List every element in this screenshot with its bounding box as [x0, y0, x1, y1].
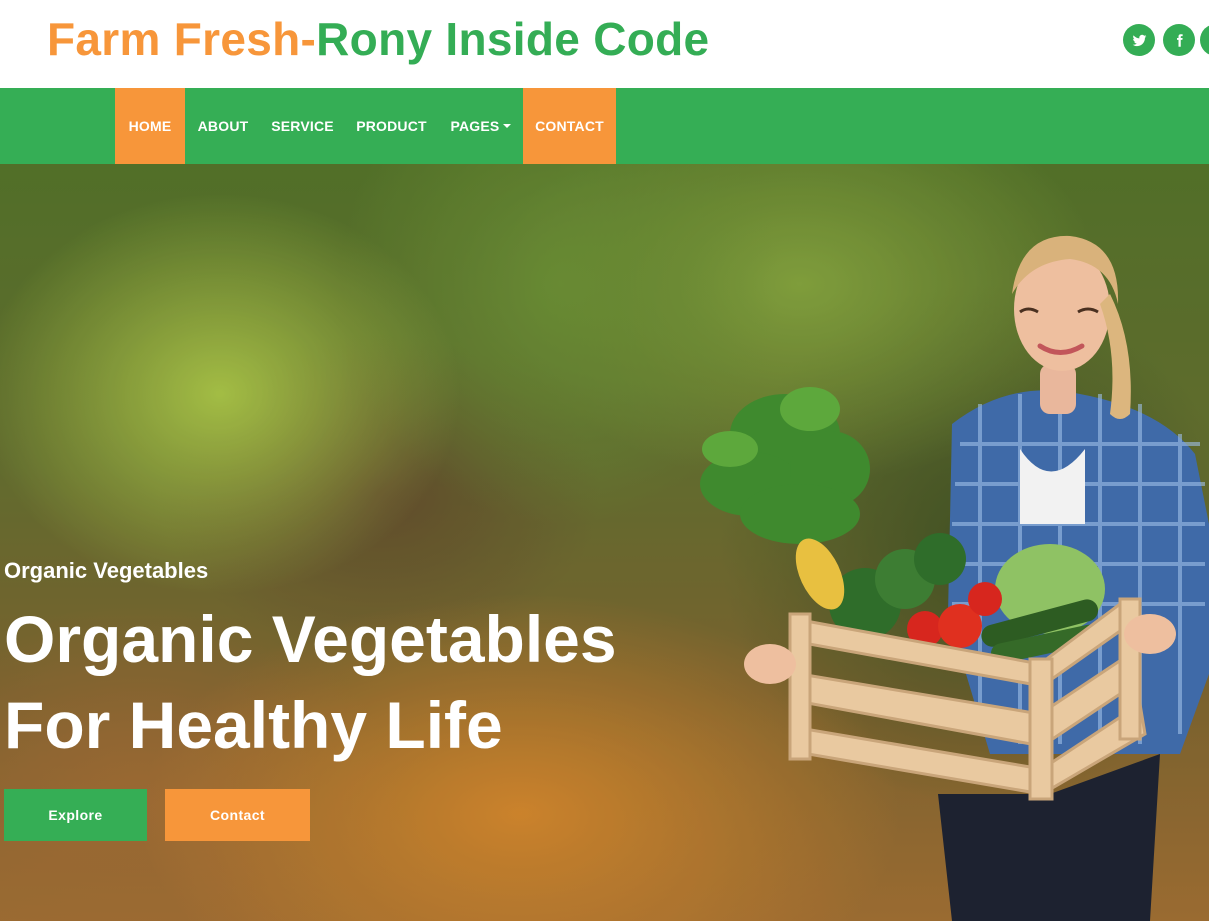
caret-down-icon — [503, 124, 512, 128]
hero-title-line1: Organic Vegetables — [4, 602, 617, 676]
contact-button[interactable]: Contact — [165, 789, 310, 841]
main-navbar: HOME ABOUT SERVICE PRODUCT PAGES CONTACT — [0, 88, 1209, 164]
nav-pages-dropdown[interactable]: PAGES — [439, 88, 523, 164]
twitter-link[interactable] — [1123, 24, 1155, 56]
explore-button[interactable]: Explore — [4, 789, 147, 841]
nav-contact[interactable]: CONTACT — [523, 88, 616, 164]
hero-title-line2: For Healthy Life — [4, 688, 503, 762]
hero-section: Organic Vegetables Organic Vegetables Fo… — [0, 164, 1209, 921]
twitter-icon — [1132, 34, 1146, 46]
nav-pages-label: PAGES — [450, 118, 500, 134]
social-link[interactable] — [1200, 24, 1209, 56]
top-header: Farm Fresh-Rony Inside Code — [0, 0, 1209, 88]
farmer-with-vegetable-crate-image — [700, 235, 1209, 921]
nav-product[interactable]: PRODUCT — [344, 88, 439, 164]
nav-home[interactable]: HOME — [115, 88, 185, 164]
site-logo[interactable]: Farm Fresh-Rony Inside Code — [47, 12, 709, 66]
hero-title: Organic Vegetables For Healthy Life — [4, 596, 704, 768]
hero-subtitle: Organic Vegetables — [4, 558, 209, 583]
brand-name-part2: Rony Inside Code — [316, 13, 710, 65]
facebook-icon — [1176, 33, 1183, 47]
nav-service[interactable]: SERVICE — [261, 88, 344, 164]
brand-name-part1: Farm Fresh- — [47, 13, 317, 65]
nav-about[interactable]: ABOUT — [185, 88, 261, 164]
facebook-link[interactable] — [1163, 24, 1195, 56]
